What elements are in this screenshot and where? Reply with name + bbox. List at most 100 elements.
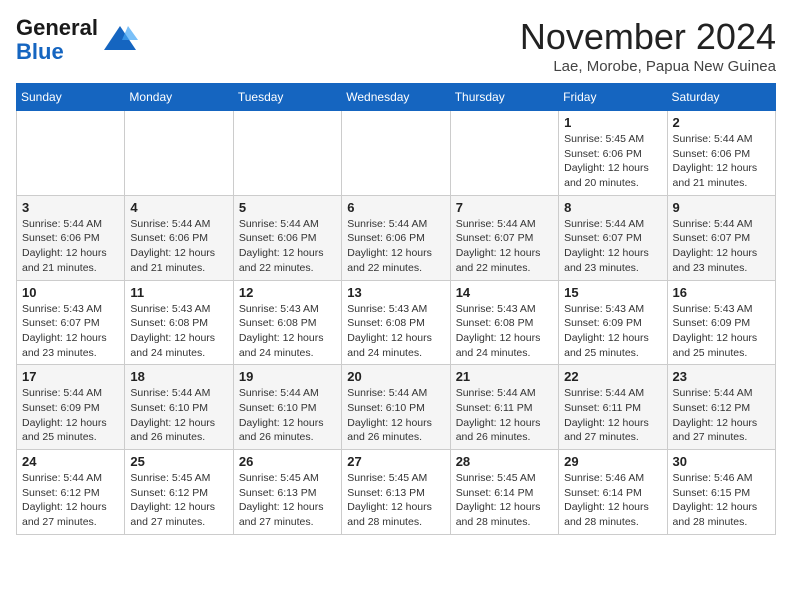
day-info: Sunrise: 5:44 AM Sunset: 6:06 PM Dayligh… [239,217,336,276]
calendar-cell [17,111,125,196]
calendar-cell: 4 Sunrise: 5:44 AM Sunset: 6:06 PM Daylig… [125,195,233,280]
calendar-cell: 11 Sunrise: 5:43 AM Sunset: 6:08 PM Dayli… [125,280,233,365]
calendar-cell: 25 Sunrise: 5:45 AM Sunset: 6:12 PM Dayli… [125,450,233,535]
calendar-cell: 20 Sunrise: 5:44 AM Sunset: 6:10 PM Dayli… [342,365,450,450]
day-number: 19 [239,369,336,384]
day-number: 28 [456,454,553,469]
calendar-cell [125,111,233,196]
day-info: Sunrise: 5:45 AM Sunset: 6:13 PM Dayligh… [239,471,336,530]
day-number: 23 [673,369,770,384]
calendar-cell: 8 Sunrise: 5:44 AM Sunset: 6:07 PM Daylig… [559,195,667,280]
day-number: 29 [564,454,661,469]
calendar-cell: 5 Sunrise: 5:44 AM Sunset: 6:06 PM Daylig… [233,195,341,280]
calendar-cell: 14 Sunrise: 5:43 AM Sunset: 6:08 PM Dayli… [450,280,558,365]
calendar-cell: 19 Sunrise: 5:44 AM Sunset: 6:10 PM Dayli… [233,365,341,450]
calendar-cell [342,111,450,196]
day-info: Sunrise: 5:45 AM Sunset: 6:13 PM Dayligh… [347,471,444,530]
day-number: 8 [564,200,661,215]
day-number: 5 [239,200,336,215]
day-info: Sunrise: 5:43 AM Sunset: 6:08 PM Dayligh… [130,302,227,361]
day-info: Sunrise: 5:45 AM Sunset: 6:06 PM Dayligh… [564,132,661,191]
calendar-table: SundayMondayTuesdayWednesdayThursdayFrid… [16,83,776,535]
day-number: 1 [564,115,661,130]
day-info: Sunrise: 5:44 AM Sunset: 6:07 PM Dayligh… [673,217,770,276]
day-info: Sunrise: 5:44 AM Sunset: 6:06 PM Dayligh… [347,217,444,276]
day-info: Sunrise: 5:43 AM Sunset: 6:08 PM Dayligh… [239,302,336,361]
calendar-cell: 16 Sunrise: 5:43 AM Sunset: 6:09 PM Dayli… [667,280,775,365]
month-title: November 2024 [520,16,776,58]
day-number: 18 [130,369,227,384]
day-number: 6 [347,200,444,215]
calendar-cell [233,111,341,196]
day-number: 16 [673,285,770,300]
calendar-week-5: 24 Sunrise: 5:44 AM Sunset: 6:12 PM Dayli… [17,450,776,535]
col-header-thursday: Thursday [450,84,558,111]
calendar-header-row: SundayMondayTuesdayWednesdayThursdayFrid… [17,84,776,111]
day-info: Sunrise: 5:44 AM Sunset: 6:12 PM Dayligh… [22,471,119,530]
logo-line2: Blue [16,40,98,64]
day-number: 15 [564,285,661,300]
day-info: Sunrise: 5:44 AM Sunset: 6:07 PM Dayligh… [564,217,661,276]
day-number: 27 [347,454,444,469]
day-number: 7 [456,200,553,215]
day-number: 14 [456,285,553,300]
day-info: Sunrise: 5:46 AM Sunset: 6:14 PM Dayligh… [564,471,661,530]
day-number: 25 [130,454,227,469]
day-info: Sunrise: 5:43 AM Sunset: 6:09 PM Dayligh… [564,302,661,361]
day-number: 21 [456,369,553,384]
calendar-cell: 10 Sunrise: 5:43 AM Sunset: 6:07 PM Dayli… [17,280,125,365]
day-number: 20 [347,369,444,384]
day-info: Sunrise: 5:43 AM Sunset: 6:08 PM Dayligh… [347,302,444,361]
calendar-cell: 29 Sunrise: 5:46 AM Sunset: 6:14 PM Dayli… [559,450,667,535]
col-header-monday: Monday [125,84,233,111]
day-number: 4 [130,200,227,215]
calendar-cell: 13 Sunrise: 5:43 AM Sunset: 6:08 PM Dayli… [342,280,450,365]
calendar-cell: 23Sunrise: 5:44 AM Sunset: 6:12 PM Dayli… [667,365,775,450]
col-header-friday: Friday [559,84,667,111]
day-number: 24 [22,454,119,469]
calendar-week-1: 1 Sunrise: 5:45 AM Sunset: 6:06 PM Daylig… [17,111,776,196]
day-info: Sunrise: 5:44 AM Sunset: 6:07 PM Dayligh… [456,217,553,276]
calendar-week-3: 10 Sunrise: 5:43 AM Sunset: 6:07 PM Dayli… [17,280,776,365]
day-info: Sunrise: 5:43 AM Sunset: 6:09 PM Dayligh… [673,302,770,361]
day-info: Sunrise: 5:45 AM Sunset: 6:12 PM Dayligh… [130,471,227,530]
calendar-week-4: 17 Sunrise: 5:44 AM Sunset: 6:09 PM Dayli… [17,365,776,450]
calendar-cell: 12 Sunrise: 5:43 AM Sunset: 6:08 PM Dayli… [233,280,341,365]
calendar-cell: 7 Sunrise: 5:44 AM Sunset: 6:07 PM Daylig… [450,195,558,280]
day-info: Sunrise: 5:44 AM Sunset: 6:10 PM Dayligh… [239,386,336,445]
day-number: 11 [130,285,227,300]
title-block: November 2024 Lae, Morobe, Papua New Gui… [520,16,776,75]
calendar-cell [450,111,558,196]
day-number: 30 [673,454,770,469]
col-header-sunday: Sunday [17,84,125,111]
calendar-week-2: 3 Sunrise: 5:44 AM Sunset: 6:06 PM Daylig… [17,195,776,280]
location: Lae, Morobe, Papua New Guinea [520,58,776,75]
day-info: Sunrise: 5:44 AM Sunset: 6:09 PM Dayligh… [22,386,119,445]
col-header-saturday: Saturday [667,84,775,111]
day-number: 3 [22,200,119,215]
calendar-cell: 2Sunrise: 5:44 AM Sunset: 6:06 PM Daylig… [667,111,775,196]
day-info: Sunrise: 5:44 AM Sunset: 6:06 PM Dayligh… [130,217,227,276]
calendar-cell: 27 Sunrise: 5:45 AM Sunset: 6:13 PM Dayli… [342,450,450,535]
day-info: Sunrise: 5:44 AM Sunset: 6:11 PM Dayligh… [564,386,661,445]
day-number: 9 [673,200,770,215]
day-number: 10 [22,285,119,300]
logo-icon [102,22,138,58]
day-number: 22 [564,369,661,384]
day-number: 12 [239,285,336,300]
calendar-cell: 1 Sunrise: 5:45 AM Sunset: 6:06 PM Daylig… [559,111,667,196]
day-info: Sunrise: 5:44 AM Sunset: 6:10 PM Dayligh… [130,386,227,445]
calendar-cell: 6 Sunrise: 5:44 AM Sunset: 6:06 PM Daylig… [342,195,450,280]
day-info: Sunrise: 5:46 AM Sunset: 6:15 PM Dayligh… [673,471,770,530]
calendar-cell: 30 Sunrise: 5:46 AM Sunset: 6:15 PM Dayli… [667,450,775,535]
calendar-cell: 28Sunrise: 5:45 AM Sunset: 6:14 PM Dayli… [450,450,558,535]
calendar-cell: 15 Sunrise: 5:43 AM Sunset: 6:09 PM Dayli… [559,280,667,365]
day-number: 13 [347,285,444,300]
day-number: 26 [239,454,336,469]
day-number: 17 [22,369,119,384]
day-info: Sunrise: 5:43 AM Sunset: 6:08 PM Dayligh… [456,302,553,361]
day-info: Sunrise: 5:44 AM Sunset: 6:10 PM Dayligh… [347,386,444,445]
day-info: Sunrise: 5:43 AM Sunset: 6:07 PM Dayligh… [22,302,119,361]
day-number: 2 [673,115,770,130]
day-info: Sunrise: 5:44 AM Sunset: 6:06 PM Dayligh… [22,217,119,276]
